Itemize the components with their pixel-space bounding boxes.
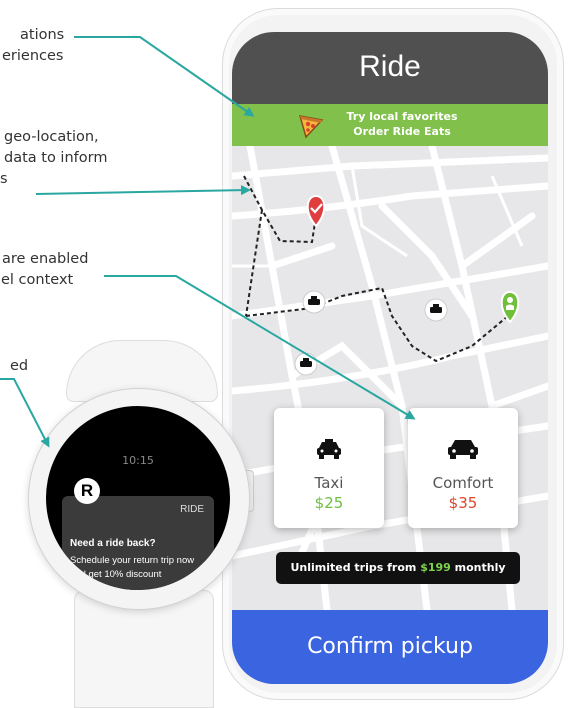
connector-line [104,275,416,420]
connector-line [35,185,251,196]
connector-line [74,36,255,117]
callout-connectors [0,36,416,448]
connector-line [0,378,50,448]
